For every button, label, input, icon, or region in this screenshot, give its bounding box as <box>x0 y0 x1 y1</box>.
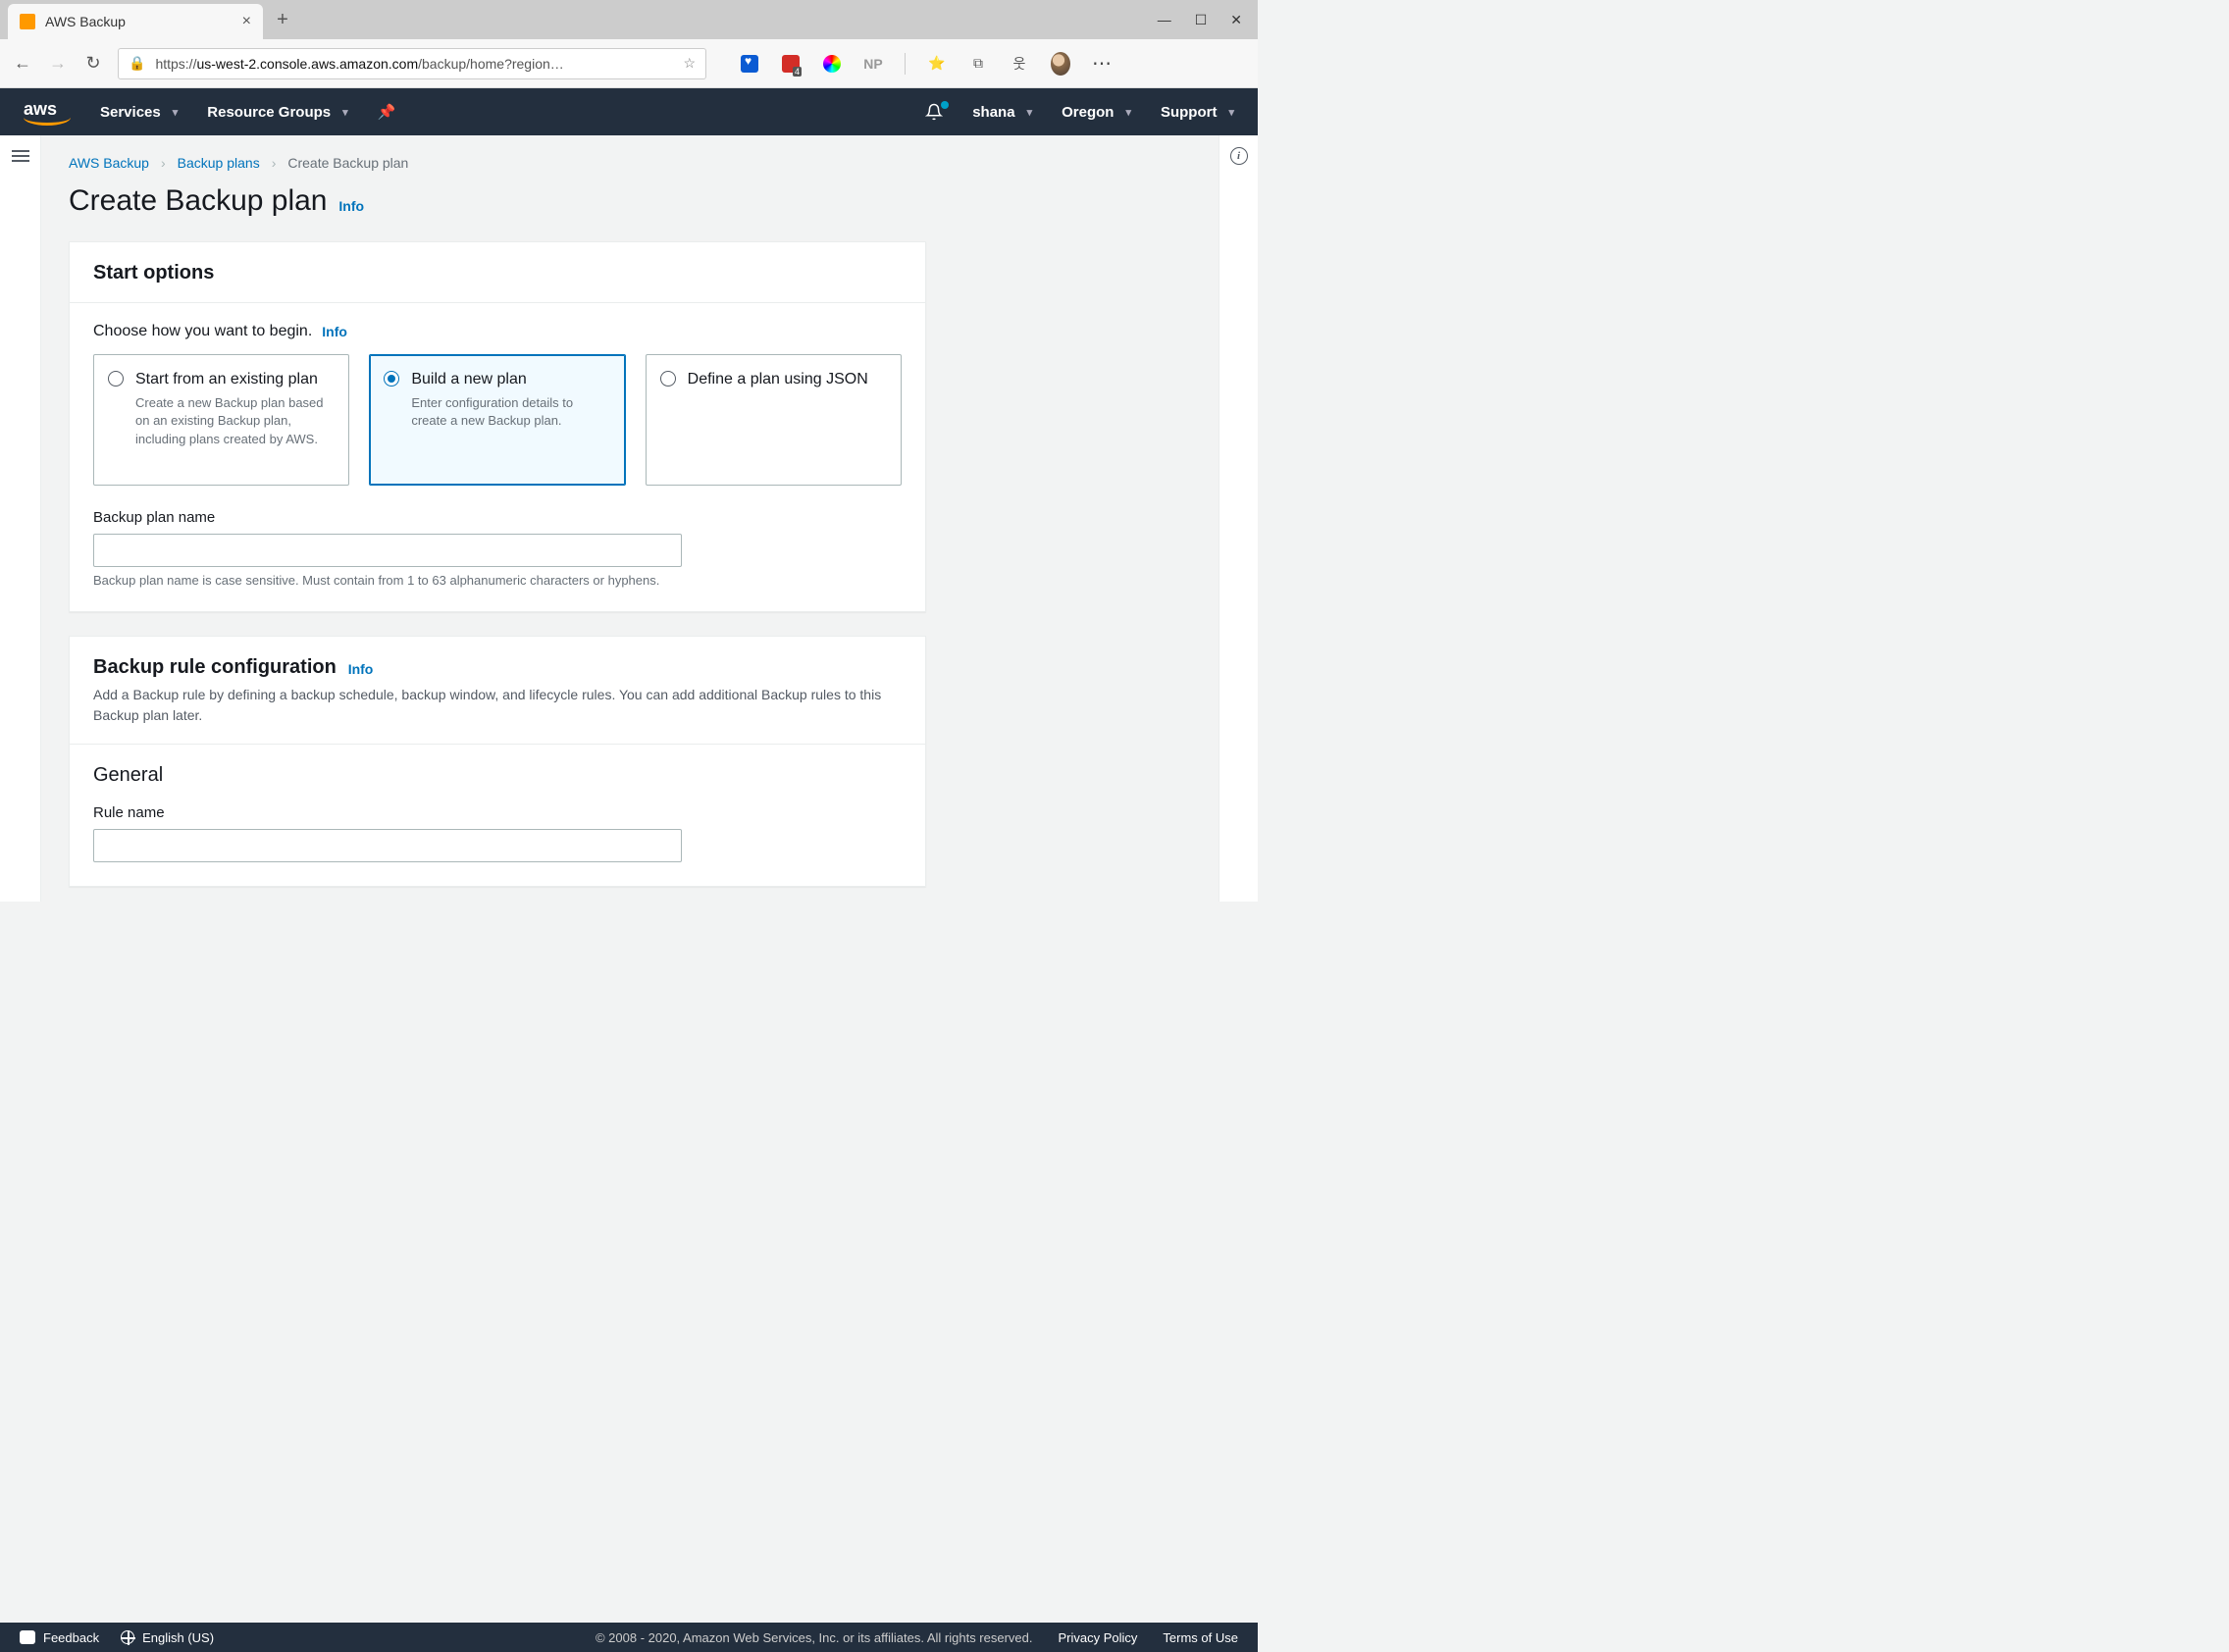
extension-lastpass-icon[interactable]: 4 <box>781 54 801 74</box>
back-button[interactable]: ← <box>12 53 33 74</box>
sidebar-toggle-icon[interactable] <box>12 147 29 165</box>
collections-icon[interactable]: ⧉ <box>968 54 988 74</box>
copyright-text: © 2008 - 2020, Amazon Web Services, Inc.… <box>596 1630 1033 1645</box>
backup-plan-name-label: Backup plan name <box>93 509 902 526</box>
region-menu[interactable]: Oregon <box>1062 104 1131 121</box>
rule-name-label: Rule name <box>93 804 902 821</box>
info-link[interactable]: Info <box>338 198 364 214</box>
divider <box>905 53 906 75</box>
rule-config-header: Backup rule configuration <box>93 656 337 678</box>
breadcrumb-current: Create Backup plan <box>287 155 408 171</box>
tile-title: Start from an existing plan <box>135 369 335 390</box>
main-scroll-area[interactable]: AWS Backup › Backup plans › Create Backu… <box>41 135 1218 902</box>
chevron-right-icon: › <box>161 155 166 171</box>
url-domain: us-west-2.console.aws.amazon.com <box>196 56 418 72</box>
breadcrumb: AWS Backup › Backup plans › Create Backu… <box>69 155 926 171</box>
info-link[interactable]: Info <box>348 661 374 677</box>
tile-title: Build a new plan <box>411 369 610 390</box>
rule-config-panel: Backup rule configuration Info Add a Bac… <box>69 636 926 887</box>
account-menu[interactable]: shana <box>972 104 1032 121</box>
lock-icon: 🔒 <box>129 55 145 72</box>
page-title: Create Backup plan <box>69 184 328 217</box>
more-menu-icon[interactable]: ⋯ <box>1092 51 1114 76</box>
feedback-label: Feedback <box>43 1630 99 1645</box>
tab-bar: AWS Backup × + — ☐ ✕ <box>0 0 1258 39</box>
extension-heart-icon[interactable]: ♥ <box>740 54 759 74</box>
extension-icons: ♥ 4 NP ⭐ ⧉ 웃 ⋯ <box>740 51 1114 76</box>
address-bar: ← → ↻ 🔒 https://us-west-2.console.aws.am… <box>0 39 1258 88</box>
pin-icon[interactable]: 📌 <box>378 103 396 121</box>
close-window-icon[interactable]: ✕ <box>1230 12 1242 28</box>
start-options-panel: Start options Choose how you want to beg… <box>69 241 926 612</box>
tile-build-new-plan[interactable]: Build a new plan Enter configuration det… <box>369 354 625 486</box>
chat-bubble-icon <box>20 1630 35 1644</box>
url-text: https://us-west-2.console.aws.amazon.com… <box>155 56 673 72</box>
resource-groups-label: Resource Groups <box>207 104 331 121</box>
browser-tab[interactable]: AWS Backup × <box>8 4 263 39</box>
general-heading: General <box>93 764 902 787</box>
resource-groups-menu[interactable]: Resource Groups <box>207 104 347 121</box>
left-sidebar-rail <box>0 135 41 902</box>
support-menu[interactable]: Support <box>1161 104 1234 121</box>
feedback-link[interactable]: Feedback <box>20 1630 99 1645</box>
info-panel-toggle-icon[interactable]: i <box>1230 147 1248 165</box>
user-label: shana <box>972 104 1014 121</box>
url-box[interactable]: 🔒 https://us-west-2.console.aws.amazon.c… <box>118 48 706 79</box>
person-icon[interactable]: 웃 <box>1010 54 1029 74</box>
minimize-icon[interactable]: — <box>1158 12 1171 28</box>
rule-config-desc: Add a Backup rule by defining a backup s… <box>93 685 902 726</box>
backup-plan-name-hint: Backup plan name is case sensitive. Must… <box>93 573 902 588</box>
services-menu[interactable]: Services <box>100 104 178 121</box>
notifications-bell-icon[interactable] <box>925 103 943 121</box>
rule-name-input[interactable] <box>93 829 682 862</box>
right-info-rail: i <box>1218 135 1258 902</box>
maximize-icon[interactable]: ☐ <box>1195 12 1208 28</box>
breadcrumb-root[interactable]: AWS Backup <box>69 155 149 171</box>
radio-icon <box>384 371 399 387</box>
choose-label: Choose how you want to begin. <box>93 323 312 340</box>
window-controls: — ☐ ✕ <box>1142 12 1258 28</box>
support-label: Support <box>1161 104 1218 121</box>
breadcrumb-plans[interactable]: Backup plans <box>178 155 260 171</box>
services-label: Services <box>100 104 161 121</box>
tab-title: AWS Backup <box>45 14 233 29</box>
tile-existing-plan[interactable]: Start from an existing plan Create a new… <box>93 354 349 486</box>
info-link[interactable]: Info <box>322 324 347 339</box>
tile-define-json[interactable]: Define a plan using JSON <box>646 354 902 486</box>
privacy-policy-link[interactable]: Privacy Policy <box>1059 1630 1138 1645</box>
close-tab-icon[interactable]: × <box>242 13 251 30</box>
new-tab-button[interactable]: + <box>269 6 296 33</box>
refresh-button[interactable]: ↻ <box>82 53 104 74</box>
region-label: Oregon <box>1062 104 1114 121</box>
backup-plan-name-input[interactable] <box>93 534 682 567</box>
url-path: /backup/home?region… <box>418 56 564 72</box>
panel-header: Start options <box>70 242 925 303</box>
chevron-right-icon: › <box>272 155 277 171</box>
extension-color-icon[interactable] <box>822 54 842 74</box>
aws-footer: Feedback English (US) © 2008 - 2020, Ama… <box>0 1623 1258 1652</box>
start-options-header: Start options <box>93 262 214 284</box>
extension-np-icon[interactable]: NP <box>863 54 883 74</box>
profile-avatar[interactable] <box>1051 54 1070 74</box>
radio-icon <box>660 371 676 387</box>
url-prefix: https:// <box>155 56 196 72</box>
aws-top-nav: aws Services Resource Groups 📌 shana Ore… <box>0 88 1258 135</box>
terms-of-use-link[interactable]: Terms of Use <box>1163 1630 1238 1645</box>
tile-desc: Enter configuration details to create a … <box>411 394 610 432</box>
forward-button: → <box>47 53 69 74</box>
start-option-tiles: Start from an existing plan Create a new… <box>93 354 902 486</box>
radio-icon <box>108 371 124 387</box>
language-label: English (US) <box>142 1630 214 1645</box>
aws-logo[interactable]: aws <box>24 99 71 126</box>
panel-header: Backup rule configuration Info Add a Bac… <box>70 637 925 745</box>
tile-desc: Create a new Backup plan based on an exi… <box>135 394 335 450</box>
language-selector[interactable]: English (US) <box>121 1630 214 1645</box>
browser-chrome: AWS Backup × + — ☐ ✕ ← → ↻ 🔒 https://us-… <box>0 0 1258 88</box>
globe-icon <box>121 1630 134 1644</box>
tile-title: Define a plan using JSON <box>688 369 887 390</box>
favorites-icon[interactable]: ⭐ <box>927 54 947 74</box>
aws-favicon <box>20 14 35 29</box>
favorite-star-icon[interactable]: ☆ <box>683 55 696 72</box>
